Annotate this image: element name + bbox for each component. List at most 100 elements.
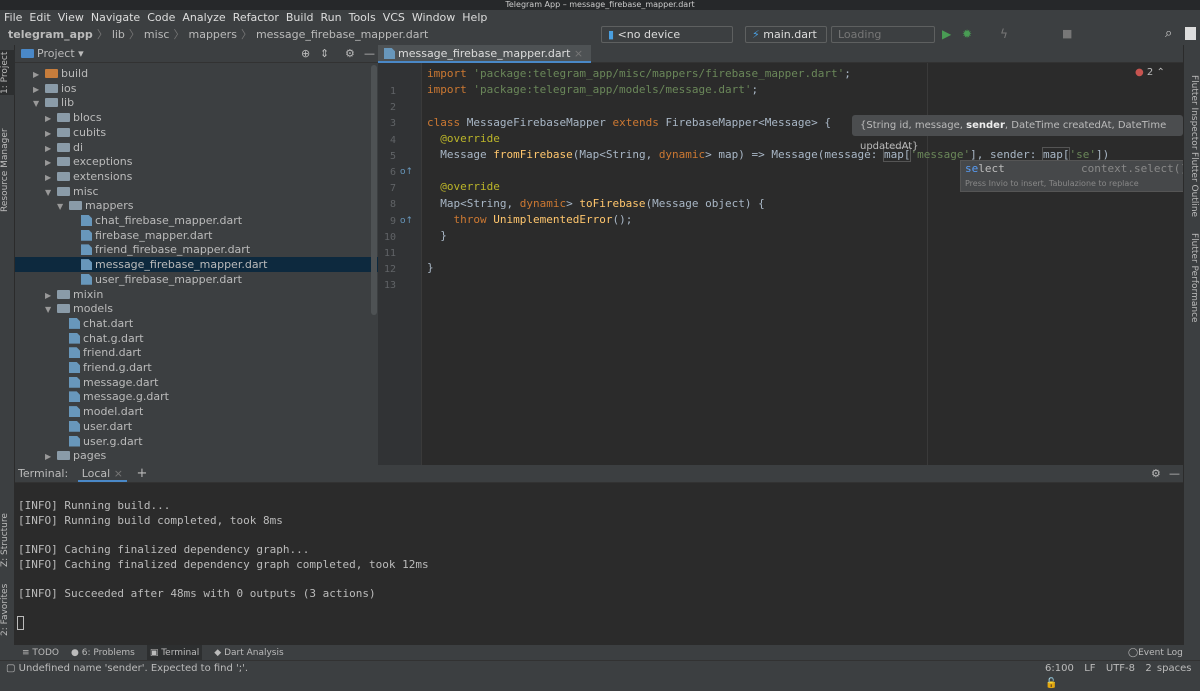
menu-code[interactable]: Code <box>147 10 175 25</box>
avatar[interactable] <box>1185 27 1196 40</box>
tab-local[interactable]: Local × <box>77 467 127 482</box>
tree-item[interactable]: message_firebase_mapper.dart <box>15 257 378 273</box>
tree-item[interactable]: ▶ mixin <box>15 287 378 302</box>
override-marker-icon[interactable]: o↑ <box>400 167 413 177</box>
breadcrumb-item[interactable]: mappers <box>188 28 236 41</box>
dart-file-icon <box>69 332 80 344</box>
hide-icon[interactable]: — <box>1169 465 1180 483</box>
hide-icon[interactable]: — <box>364 45 375 63</box>
tree-item[interactable]: friend.dart <box>15 345 378 360</box>
code-line[interactable]: } <box>427 228 447 244</box>
tree-item[interactable]: ▶ pages <box>15 448 378 463</box>
tab-structure[interactable]: Z: Structure <box>0 510 15 570</box>
menu-run[interactable]: Run <box>321 10 342 25</box>
loading-devices[interactable]: Loading Devices... <box>831 26 935 56</box>
tree-item[interactable]: ▼ mappers <box>15 198 378 213</box>
code-line[interactable]: import 'package:telegram_app/models/mess… <box>427 82 758 98</box>
gear-icon[interactable]: ⚙ <box>345 45 355 63</box>
lock-icon[interactable]: 🔓 <box>1045 678 1057 689</box>
tree-scrollbar[interactable] <box>371 65 377 315</box>
tree-item[interactable]: message.dart <box>15 375 378 390</box>
tree-item[interactable]: ▼ lib <box>15 95 378 110</box>
tree-item[interactable]: ▶ build <box>15 66 378 81</box>
tree-item[interactable]: friend.g.dart <box>15 360 378 375</box>
tree-item[interactable]: model.dart <box>15 404 378 419</box>
error-indicator[interactable]: ● 2 ⌃ <box>1135 67 1165 78</box>
chevron-right-icon[interactable]: ▶ <box>45 449 57 464</box>
collapse-icon[interactable]: ⇕ <box>320 45 329 63</box>
breadcrumb-item[interactable]: message_firebase_mapper.dart <box>256 28 428 41</box>
code-line[interactable]: throw UnimplementedError(); <box>427 212 632 228</box>
tree-item[interactable]: ▼ models <box>15 301 378 316</box>
code-line[interactable]: Map<String, dynamic> toFirebase(Message … <box>427 196 765 212</box>
menu-vcs[interactable]: VCS <box>383 10 405 25</box>
tree-item[interactable]: ▶ extensions <box>15 169 378 184</box>
code-line[interactable]: @override <box>427 179 500 195</box>
menu-analyze[interactable]: Analyze <box>182 10 225 25</box>
menu-help[interactable]: Help <box>462 10 487 25</box>
locate-icon[interactable]: ⊕ <box>301 45 310 63</box>
tree-item[interactable]: ▶ di <box>15 140 378 155</box>
cursor-position[interactable]: 6:100 <box>1045 663 1074 674</box>
run-icon[interactable]: ▶ <box>942 27 951 41</box>
run-config-selector[interactable]: ⚡ main.dart ▾ <box>745 26 827 56</box>
tab-message-firebase-mapper[interactable]: message_firebase_mapper.dart × <box>378 45 592 63</box>
tree-item[interactable]: ▼ misc <box>15 184 378 199</box>
menu-window[interactable]: Window <box>412 10 455 25</box>
tab-resource-manager[interactable]: Resource Manager <box>0 115 15 225</box>
tree-item[interactable]: ▶ blocs <box>15 110 378 125</box>
code-line[interactable]: @override <box>427 131 500 147</box>
menu-navigate[interactable]: Navigate <box>91 10 140 25</box>
stop-icon[interactable]: ■ <box>1062 27 1072 40</box>
tree-item[interactable]: ▶ exceptions <box>15 154 378 169</box>
tree-item[interactable]: user_firebase_mapper.dart <box>15 272 378 287</box>
close-icon[interactable]: × <box>574 47 583 60</box>
tree-item[interactable]: chat_firebase_mapper.dart <box>15 213 378 228</box>
code-line[interactable]: } <box>427 260 434 276</box>
menu-file[interactable]: File <box>4 10 22 25</box>
close-icon[interactable]: × <box>114 467 123 480</box>
menu-view[interactable]: View <box>58 10 84 25</box>
code-line[interactable]: class MessageFirebaseMapper extends Fire… <box>427 115 831 131</box>
code-token: 'package:telegram_app/models/message.dar… <box>473 83 752 97</box>
line-separator[interactable]: LF <box>1084 663 1095 674</box>
add-tab-icon[interactable]: + <box>136 466 147 481</box>
tab-favorites[interactable]: 2: Favorites <box>0 580 15 640</box>
tree-item[interactable]: message.g.dart <box>15 389 378 404</box>
menu-build[interactable]: Build <box>286 10 314 25</box>
gear-icon[interactable]: ⚙ <box>1151 465 1161 483</box>
event-log-button[interactable]: ◯Event Log <box>1128 645 1183 661</box>
tab-flutter-performance[interactable]: Flutter Performance <box>1184 230 1199 325</box>
tool-window-dart-analysis[interactable]: ◆ Dart Analysis <box>214 645 283 661</box>
debug-icon[interactable]: ✹ <box>962 27 972 41</box>
project-title[interactable]: Project <box>37 47 75 60</box>
breadcrumb-item[interactable]: telegram_app <box>8 28 93 41</box>
menu-tools[interactable]: Tools <box>349 10 376 25</box>
menu-refactor[interactable]: Refactor <box>233 10 279 25</box>
tree-item[interactable]: user.g.dart <box>15 434 378 449</box>
completion-item[interactable]: select context.select() <box>961 161 1191 177</box>
override-marker-icon[interactable]: o↑ <box>400 216 413 226</box>
tree-item[interactable]: chat.dart <box>15 316 378 331</box>
device-selector[interactable]: ▮ <no device selected> ▾ <box>601 26 733 56</box>
tree-item[interactable]: ▶ cubits <box>15 125 378 140</box>
tree-item[interactable]: ▶ ios <box>15 81 378 96</box>
tab-project[interactable]: 1: Project <box>0 50 15 95</box>
indent[interactable]: 2 spaces <box>1145 663 1191 674</box>
tool-window-todo[interactable]: ≡ TODO <box>22 645 59 661</box>
encoding[interactable]: UTF-8 <box>1106 663 1135 674</box>
search-icon[interactable]: ⌕ <box>1165 26 1172 41</box>
breadcrumb-item[interactable]: misc <box>144 28 170 41</box>
breadcrumb-item[interactable]: lib <box>112 28 125 41</box>
tab-flutter-outline[interactable]: Flutter Outline <box>1184 140 1199 230</box>
hot-reload-icon[interactable]: ϟ <box>1000 27 1008 41</box>
tree-item[interactable]: chat.g.dart <box>15 331 378 346</box>
menu-edit[interactable]: Edit <box>29 10 50 25</box>
tree-item[interactable]: user.dart <box>15 419 378 434</box>
line-number: 9 <box>389 215 396 227</box>
tool-window-terminal[interactable]: ▣ Terminal <box>146 645 203 661</box>
tree-item[interactable]: friend_firebase_mapper.dart <box>15 242 378 257</box>
code-line[interactable]: import 'package:telegram_app/misc/mapper… <box>427 66 857 82</box>
tool-window-6-problems[interactable]: ● 6: Problems <box>71 645 135 661</box>
tree-item[interactable]: firebase_mapper.dart <box>15 228 378 243</box>
